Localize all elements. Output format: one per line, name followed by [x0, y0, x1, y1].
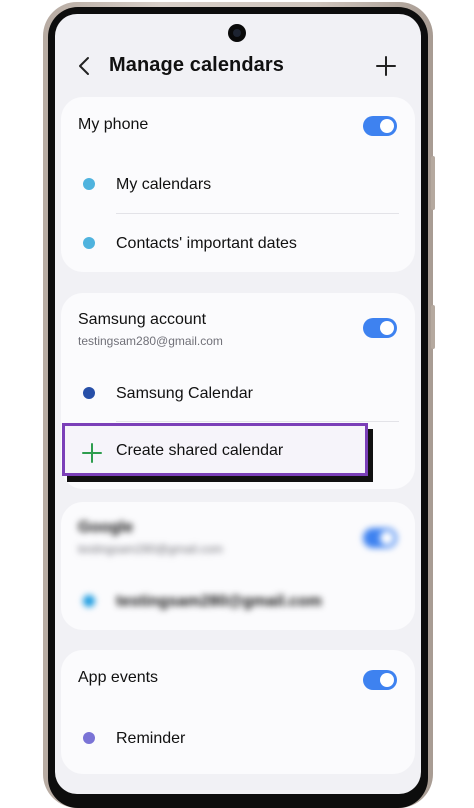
my-phone-toggle[interactable]: [363, 116, 397, 136]
account-email: testingsam280@gmail.com: [78, 334, 223, 348]
app-events-toggle[interactable]: [363, 670, 397, 690]
chevron-left-icon: [79, 57, 89, 75]
plus-icon: [82, 443, 102, 463]
samsung-account-toggle[interactable]: [363, 318, 397, 338]
screen: Manage calendars My phone My calendars C…: [55, 14, 421, 794]
calendar-color-dot: [83, 178, 95, 190]
header: Manage calendars: [55, 46, 421, 86]
calendar-item-reminder[interactable]: Reminder: [61, 708, 415, 768]
toggle-knob: [380, 531, 394, 545]
plus-icon: [376, 56, 396, 76]
back-button[interactable]: [73, 54, 97, 78]
create-shared-calendar-button[interactable]: Create shared calendar: [62, 423, 368, 476]
calendar-label: Samsung Calendar: [116, 385, 253, 402]
my-phone-account-row[interactable]: My phone: [61, 97, 415, 155]
calendar-label: My calendars: [116, 176, 212, 193]
calendar-item-google[interactable]: testingsam280@gmail.com: [61, 572, 415, 630]
calendar-color-dot: [83, 387, 95, 399]
power-button: [431, 305, 435, 349]
calendar-item-contacts-dates[interactable]: Contacts' important dates: [61, 214, 415, 272]
calendar-color-dot: [83, 732, 95, 744]
google-account-row[interactable]: Google testingsam280@gmail.com: [61, 502, 415, 572]
calendar-label: Reminder: [116, 730, 186, 747]
calendar-item-my-calendars[interactable]: My calendars: [61, 155, 415, 213]
calendar-color-dot: [83, 595, 95, 607]
add-calendar-button[interactable]: [373, 53, 399, 79]
divider: [116, 421, 399, 422]
account-label: Samsung account: [78, 311, 207, 328]
account-email: testingsam280@gmail.com: [78, 542, 223, 556]
account-label: App events: [78, 669, 159, 686]
page-title: Manage calendars: [109, 54, 285, 76]
toggle-knob: [380, 673, 394, 687]
toggle-knob: [380, 321, 394, 335]
calendar-label: testingsam280@gmail.com: [116, 593, 322, 610]
google-account-card: Google testingsam280@gmail.com testingsa…: [61, 502, 415, 630]
account-label: Google: [78, 519, 134, 536]
calendar-label: Contacts' important dates: [116, 235, 297, 252]
samsung-account-row[interactable]: Samsung account testingsam280@gmail.com: [61, 293, 415, 363]
calendar-color-dot: [83, 237, 95, 249]
volume-button: [431, 156, 435, 210]
toggle-knob: [380, 119, 394, 133]
app-events-row[interactable]: App events: [61, 650, 415, 708]
google-account-toggle[interactable]: [363, 528, 397, 548]
my-phone-card: My phone My calendars Contacts' importan…: [61, 97, 415, 272]
app-events-card: App events Reminder: [61, 650, 415, 774]
create-shared-calendar-label: Create shared calendar: [116, 442, 284, 459]
account-label: My phone: [78, 116, 149, 133]
calendar-item-samsung-calendar[interactable]: Samsung Calendar: [61, 363, 415, 421]
front-camera: [228, 24, 246, 42]
